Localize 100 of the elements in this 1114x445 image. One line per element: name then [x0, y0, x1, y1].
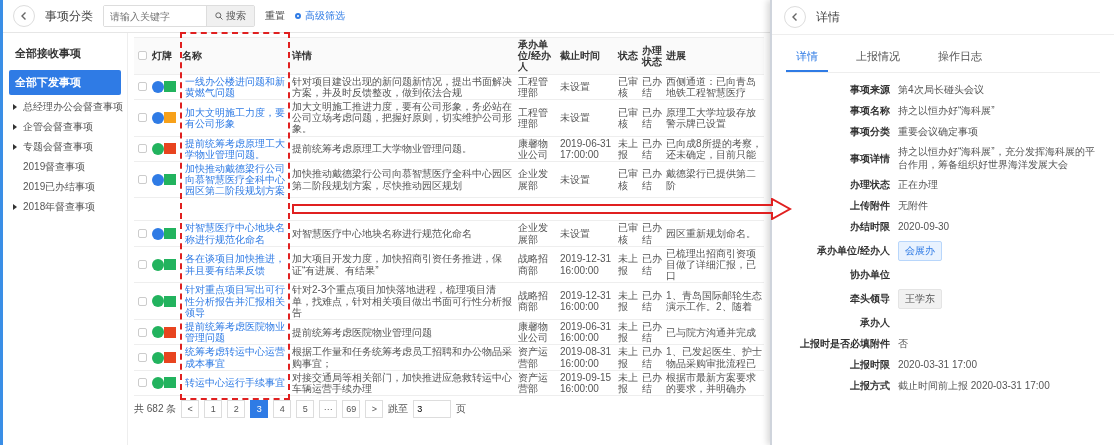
table-cell-text: 已审核 [617, 221, 639, 246]
table-cell-text: 康馨物业公司 [517, 136, 549, 161]
item-name-link[interactable]: 对智慧医疗中心地块名称进行规范化命名 [180, 221, 290, 246]
table-cell-text: 已办结 [641, 345, 663, 370]
row-checkbox[interactable] [138, 260, 147, 269]
field-label: 上传附件 [849, 199, 890, 213]
table-cell-text: 未上报 [617, 370, 639, 396]
sidebar-item[interactable]: 全部接收事项 [9, 41, 121, 66]
table-cell-text: 园区重新规划命名。 [665, 227, 757, 241]
item-name-link[interactable]: 统筹考虑转运中心运营成本事宜 [180, 345, 290, 370]
search-icon [215, 12, 223, 20]
row-checkbox[interactable] [138, 229, 147, 239]
back-button[interactable] [13, 5, 35, 27]
page-button[interactable]: 4 [273, 400, 292, 419]
field-label: 办理状态 [849, 178, 890, 192]
column-header: 灯牌 [151, 49, 173, 63]
table-cell-text: 资产运营部 [517, 345, 549, 370]
column-header: 办理状态 [640, 43, 663, 68]
column-header: 进展 [665, 49, 687, 63]
table-cell-text: 未设置 [559, 227, 591, 241]
item-name-link[interactable]: 一线办公楼进问题和新黄燃气问题 [180, 74, 290, 99]
table-cell-text: 原理工大学垃圾存放警示牌已设置 [665, 105, 757, 130]
search-field[interactable]: 请输入关键字 搜索 [103, 5, 255, 27]
field-label: 牵头领导 [849, 292, 890, 306]
tree-item[interactable]: 企管会督查事项 [9, 119, 121, 135]
back-button[interactable] [784, 6, 806, 28]
caret-icon [11, 123, 19, 131]
tree-item[interactable]: 总经理办公会督查事项 [9, 99, 121, 115]
table-cell-text: 企业发展部 [517, 221, 549, 246]
sidebar-item[interactable]: 全部下发事项 [9, 70, 121, 95]
table-cell-text: 未设置 [559, 80, 591, 94]
tree-item[interactable]: 专题会督查事项 [9, 139, 121, 155]
table-cell-text: 西侧通道：已向青岛地铁工程智慧医疗 [665, 74, 757, 99]
row-checkbox[interactable] [138, 327, 147, 337]
page-button[interactable]: 2 [227, 400, 246, 419]
table-cell-text: 未上报 [617, 345, 639, 370]
field-value: 持之以恒办好“海科展”，充分发挥海科展的平台作用，筹备组织好世界海洋发展大会 [898, 146, 1096, 171]
table-cell-text: 对智慧医疗中心地块名称进行规范化命名 [291, 227, 473, 241]
page-button[interactable]: 1 [204, 400, 223, 419]
table-cell-text: 根据市最新方案要求的要求，并明确办 [665, 370, 757, 396]
table-cell-text: 1、青岛国际邮轮生态演示工作。2、随着 [665, 288, 763, 314]
item-name-link[interactable]: 提前统筹考虑医院物业管理问题 [180, 319, 290, 345]
item-name-link[interactable]: 加快推动戴德梁行公司向慕智慧医疗全科中心园区第二阶段规划方案 [180, 161, 290, 198]
reset-link[interactable]: 重置 [265, 9, 285, 23]
row-checkbox[interactable] [138, 113, 147, 123]
table-cell-text: 根据工作量和任务统筹考虑员工招聘和办公物品采购事宜； [291, 345, 513, 370]
table-cell-text: 加大文明施工推进力度，要有公司形象，务必站在公司立场考虑问题，把握好原则，切实维护公司形象。 [291, 99, 513, 136]
field-label: 事项详情 [849, 151, 890, 166]
row-checkbox[interactable] [138, 378, 147, 388]
row-checkbox[interactable] [138, 352, 147, 362]
table-cell-text: 工程管理部 [517, 105, 549, 130]
table-cell-text: 未上报 [617, 319, 639, 345]
item-name-link[interactable]: 转运中心运行手续事宜 [180, 376, 290, 390]
page-button[interactable]: 69 [342, 400, 361, 419]
field-label: 事项来源 [849, 83, 890, 97]
item-name-link[interactable]: 各在谈项目加快推进，并且要有结果反馈 [180, 252, 290, 277]
tree-item[interactable]: 2018年督查事项 [9, 199, 121, 215]
table-cell-text: 已办结 [641, 105, 663, 130]
table-cell-text: 战略招商部 [517, 252, 549, 277]
table-cell-text: 已办结 [641, 167, 663, 192]
field-label: 事项分类 [849, 125, 890, 139]
row-checkbox[interactable] [138, 82, 147, 92]
field-value: 2020-09-30 [898, 220, 951, 234]
leader-tag: 王学东 [898, 289, 942, 309]
table-cell-text: 2019-12-31 16:00:00 [559, 288, 613, 314]
row-checkbox[interactable] [138, 296, 147, 306]
page-button[interactable]: 5 [296, 400, 315, 419]
next-page-button[interactable]: > [365, 400, 384, 419]
table-cell-text: 已审核 [617, 105, 639, 130]
tab[interactable]: 操作日志 [928, 45, 992, 72]
tree-item[interactable]: 2019督查事项 [9, 159, 121, 175]
table-cell-text: 企业发展部 [517, 167, 549, 192]
tab[interactable]: 上报情况 [846, 45, 910, 72]
field-value: 持之以恒办好“海科展” [898, 104, 996, 118]
table-cell-text: 提前统筹考虑原理工大学物业管理问题。 [291, 142, 473, 156]
tree-item[interactable]: 2019已办结事项 [9, 179, 121, 195]
field-value: 重要会议确定事项 [898, 125, 979, 139]
table-cell-text: 2019-09-15 16:00:00 [559, 370, 613, 396]
table-cell-text: 已梳理出招商引资项目做了详细汇报，已口 [665, 246, 757, 283]
select-all-checkbox[interactable] [138, 51, 147, 61]
table-cell-text: 未设置 [559, 173, 591, 187]
item-name-link[interactable]: 针对重点项目写出可行性分析报告并汇报相关领导 [180, 283, 290, 319]
row-checkbox[interactable] [138, 175, 147, 185]
table-cell-text: 戴德梁行已提供第二阶 [665, 167, 757, 192]
tab[interactable]: 详情 [786, 45, 828, 72]
table-cell-text: 加大项目开发力度，加快招商引资任务推进，保证“有进展、有结果” [291, 252, 503, 277]
field-label: 上报时限 [849, 358, 890, 372]
page-button[interactable]: 3 [250, 400, 269, 419]
item-name-link[interactable]: 提前统筹考虑原理工大学物业管理问题。 [180, 136, 290, 161]
table-cell-text: 已审核 [617, 74, 639, 99]
column-header: 截止时间 [559, 49, 601, 63]
search-button[interactable]: 搜索 [206, 6, 254, 26]
table-cell-text: 已办结 [641, 288, 663, 314]
advanced-filter-link[interactable]: 高级筛选 [295, 9, 345, 23]
page-button[interactable]: ··· [319, 400, 338, 419]
item-name-link[interactable]: 加大文明施工力度，要有公司形象 [180, 105, 290, 130]
column-header: 状态 [616, 49, 639, 63]
prev-page-button[interactable]: < [181, 400, 200, 419]
row-checkbox[interactable] [138, 144, 147, 154]
page-input[interactable]: 3 [413, 400, 452, 419]
